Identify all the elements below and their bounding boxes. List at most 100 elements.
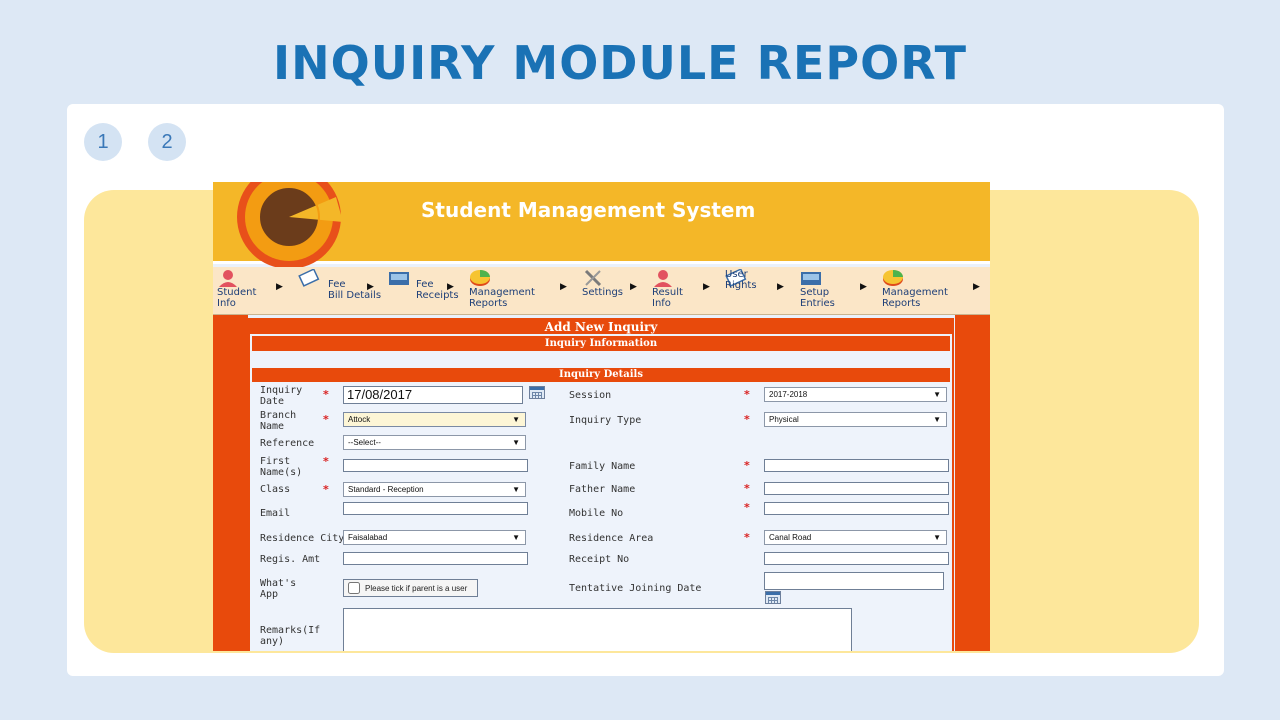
father-name-label: Father Name (569, 484, 636, 495)
joining-date-input[interactable] (764, 572, 944, 590)
regis-amt-input[interactable] (343, 552, 528, 565)
menu-label: Setup Entries (800, 287, 835, 309)
required-marker: * (744, 501, 750, 514)
receipt-icon (801, 272, 821, 285)
required-marker: * (744, 482, 750, 495)
menu-label: Management Reports (882, 287, 948, 309)
reference-select[interactable]: --Select-- ▼ (343, 435, 526, 450)
reference-label: Reference (260, 438, 315, 449)
menu-management-reports-2[interactable]: Management Reports (882, 269, 948, 309)
mobile-no-input[interactable] (764, 502, 949, 515)
inquiry-date-label: Inquiry Date (260, 385, 303, 407)
branch-name-label: Branch Name (260, 410, 297, 432)
menu-fee-receipts[interactable]: Fee Receipts (388, 269, 459, 301)
branch-select[interactable]: Attock ▼ (343, 412, 526, 427)
residence-city-label: Residence City (260, 533, 345, 544)
menu-student-info[interactable]: Student Info (217, 269, 256, 309)
inquiry-date-input[interactable]: 17/08/2017 (343, 386, 523, 404)
menu-management-reports[interactable]: Management Reports (469, 269, 535, 309)
menu-result-info[interactable]: Result Info (652, 269, 683, 309)
calendar-icon[interactable] (529, 386, 545, 399)
dropdown-caret-icon: ▼ (512, 485, 520, 494)
right-border (955, 315, 990, 651)
arrow-right-icon: ▶ (703, 282, 710, 292)
menu-label: Management Reports (469, 287, 535, 309)
dropdown-caret-icon: ▼ (512, 415, 520, 424)
dropdown-caret-icon: ▼ (933, 390, 941, 399)
session-select[interactable]: 2017-2018 ▼ (764, 387, 947, 402)
father-name-input[interactable] (764, 482, 949, 495)
slide-title: INQUIRY MODULE REPORT (273, 36, 967, 90)
dropdown-caret-icon: ▼ (933, 415, 941, 424)
menu-label: Settings (582, 287, 624, 298)
menu-setup-entries[interactable]: Setup Entries (800, 269, 835, 309)
arrow-right-icon: ▶ (860, 282, 867, 292)
required-marker: * (744, 413, 750, 426)
mobile-no-label: Mobile No (569, 508, 624, 519)
first-name-input[interactable] (343, 459, 528, 472)
main-menu: Student Info ▶ Fee Bill Details ▶ Fee Re… (213, 267, 990, 315)
family-name-input[interactable] (764, 459, 949, 472)
required-marker: * (744, 459, 750, 472)
tools-icon (584, 269, 602, 287)
first-name-label: First Name(s) (260, 456, 303, 478)
left-border (213, 315, 248, 651)
app-title: Student Management System (421, 198, 756, 222)
form-header: Add New Inquiry (250, 320, 952, 334)
menu-label: Student Info (217, 287, 257, 309)
arrow-right-icon: ▶ (560, 282, 567, 292)
required-marker: * (323, 455, 329, 468)
logo-icon (237, 182, 343, 269)
required-marker: * (744, 531, 750, 544)
residence-city-select[interactable]: Faisalabad ▼ (343, 530, 526, 545)
page-tab-1[interactable]: 1 (84, 123, 122, 161)
pie-chart-icon (470, 270, 490, 286)
menu-fee-bill-details[interactable]: Fee Bill Details (298, 269, 381, 301)
menu-user-rights[interactable]: User Rights (725, 269, 757, 291)
receipt-icon (389, 272, 409, 285)
arrow-right-icon: ▶ (973, 282, 980, 292)
tentative-joining-date-label: Tentative Joining Date (569, 583, 702, 594)
calendar-icon[interactable] (765, 591, 781, 604)
whatsapp-checkbox-wrapper[interactable]: Please tick if parent is a user (343, 579, 478, 597)
arrow-right-icon: ▶ (777, 282, 784, 292)
email-field[interactable] (343, 502, 528, 515)
inquiry-type-label: Inquiry Type (569, 415, 642, 426)
app-header: Student Management System (213, 182, 990, 269)
page-tab-2[interactable]: 2 (148, 123, 186, 161)
app-screenshot: Student Management System Student Info ▶… (213, 182, 990, 651)
family-name-label: Family Name (569, 461, 636, 472)
class-select[interactable]: Standard - Reception ▼ (343, 482, 526, 497)
residence-area-select[interactable]: Canal Road ▼ (764, 530, 947, 545)
regis-amt-label: Regis. Amt (260, 554, 321, 565)
required-marker: * (323, 388, 329, 401)
section-inquiry-information: Inquiry Information (252, 336, 950, 351)
pie-chart-icon (883, 270, 903, 286)
inquiry-type-select[interactable]: Physical ▼ (764, 412, 947, 427)
residence-area-label: Residence Area (569, 533, 654, 544)
arrow-right-icon: ▶ (447, 282, 454, 292)
remarks-label: Remarks(If any) (260, 625, 321, 647)
required-marker: * (323, 483, 329, 496)
receipt-no-input[interactable] (764, 552, 949, 565)
whatsapp-checkbox-label: Please tick if parent is a user (365, 584, 468, 593)
whatsapp-checkbox[interactable] (348, 582, 360, 594)
menu-settings[interactable]: Settings (582, 269, 623, 298)
receipt-no-label: Receipt No (569, 554, 630, 565)
email-label: Email (260, 508, 291, 519)
session-label: Session (569, 390, 612, 401)
student-icon (219, 270, 237, 287)
required-marker: * (323, 413, 329, 426)
remarks-textarea[interactable] (343, 608, 852, 651)
dropdown-caret-icon: ▼ (512, 533, 520, 542)
required-marker: * (744, 388, 750, 401)
student-icon (654, 270, 672, 287)
arrow-right-icon: ▶ (367, 282, 374, 292)
arrow-right-icon: ▶ (630, 282, 637, 292)
menu-label: Result Info (652, 287, 683, 309)
dropdown-caret-icon: ▼ (512, 438, 520, 447)
bill-icon (298, 269, 320, 287)
class-label: Class (260, 484, 291, 495)
dropdown-caret-icon: ▼ (933, 533, 941, 542)
arrow-right-icon: ▶ (276, 282, 283, 292)
